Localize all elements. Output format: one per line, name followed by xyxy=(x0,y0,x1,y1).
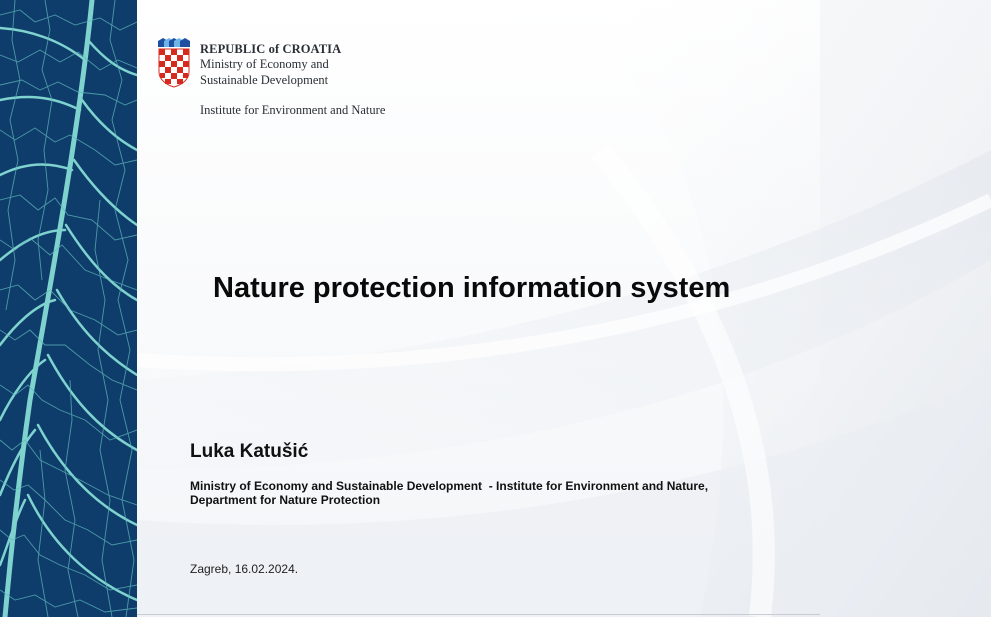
author-name: Luka Katušić xyxy=(190,441,309,462)
leaf-veins-decoration xyxy=(0,0,137,617)
background-swoosh xyxy=(136,0,991,617)
leaf-texture-panel xyxy=(0,0,137,617)
ministry-header: REPUBLIC of CROATIA Ministry of Economy … xyxy=(200,42,341,88)
affiliation-line2: Department for Nature Protection xyxy=(190,493,381,507)
croatian-coat-of-arms-icon xyxy=(158,38,190,88)
ministry-name-line2: Sustainable Development xyxy=(200,73,329,87)
slide-bottom-border xyxy=(137,614,820,615)
author-affiliation: Ministry of Economy and Sustainable Deve… xyxy=(190,479,708,507)
republic-label: REPUBLIC of CROATIA xyxy=(200,42,342,56)
affiliation-line1: Ministry of Economy and Sustainable Deve… xyxy=(190,479,709,493)
ministry-name-line1: Ministry of Economy and xyxy=(200,57,329,71)
slide-title: Nature protection information system xyxy=(213,272,731,304)
place-and-date: Zagreb, 16.02.2024. xyxy=(190,562,299,576)
institute-label: Institute for Environment and Nature xyxy=(200,103,386,117)
presentation-slide: REPUBLIC of CROATIA Ministry of Economy … xyxy=(0,0,991,617)
